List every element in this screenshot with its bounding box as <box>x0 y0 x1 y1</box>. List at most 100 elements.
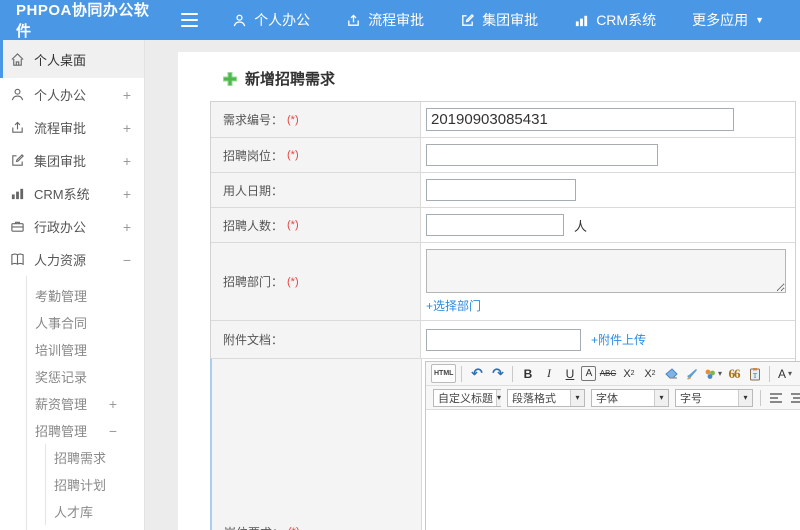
form-row-hire-date: 用人日期： <box>211 173 795 208</box>
undo-icon[interactable]: ↶ <box>467 364 486 383</box>
sidebar-item-group-approval[interactable]: 集团审批 + <box>0 144 144 177</box>
paste-icon[interactable]: T <box>745 364 764 383</box>
topmenu-group-approval[interactable]: 集团审批 <box>460 10 538 30</box>
editor-content-area[interactable] <box>426 410 800 530</box>
process-approval-icon <box>10 120 25 135</box>
sidebar-item-training[interactable]: 培训管理 <box>27 336 144 363</box>
sidebar-item-recruit-plan[interactable]: 招聘计划 <box>46 471 144 498</box>
department-textarea[interactable] <box>426 249 786 293</box>
subscript-button[interactable]: X2 <box>640 364 659 383</box>
edit-icon <box>460 13 475 28</box>
eraser-icon[interactable] <box>661 364 680 383</box>
expand-icon[interactable]: + <box>123 87 131 103</box>
topbar: PHPOA协同办公软件 个人办公 流程审批 集团审批 CRM系统 更多应用 ▼ <box>0 0 800 40</box>
sidebar-item-process-approval[interactable]: 流程审批 + <box>0 111 144 144</box>
paragraph-format-dropdown[interactable]: 段落格式 ▾ <box>507 388 585 407</box>
required-marker: (*) <box>287 149 299 161</box>
sidebar-item-crm[interactable]: CRM系统 + <box>0 177 144 210</box>
attachment-input[interactable] <box>426 328 581 351</box>
italic-button[interactable]: I <box>539 364 558 383</box>
sidebar-item-hr-contract[interactable]: 人事合同 <box>27 309 144 336</box>
collapse-icon[interactable]: − <box>109 423 117 439</box>
caret-down-icon: ▾ <box>787 369 792 378</box>
topmenu-personal-office[interactable]: 个人办公 <box>232 10 310 30</box>
custom-heading-dropdown[interactable]: 自定义标题 ▾ <box>433 388 502 407</box>
sidebar-item-personal-desktop[interactable]: 个人桌面 <box>0 40 144 78</box>
sidebar-item-recruit-demand[interactable]: 招聘需求 <box>46 444 144 471</box>
font-family-dropdown[interactable]: 字体 ▾ <box>591 388 669 407</box>
user-icon <box>10 87 25 102</box>
headcount-unit: 人 <box>574 218 588 234</box>
expand-icon[interactable]: + <box>123 186 131 202</box>
sidebar-item-salary[interactable]: 薪资管理 + <box>27 390 144 417</box>
sidebar-item-admin-office[interactable]: 行政办公 + <box>0 210 144 243</box>
position-label: 招聘岗位： (*) <box>211 138 421 172</box>
recruit-submenu: 招聘需求 招聘计划 人才库 <box>45 444 144 525</box>
position-input[interactable] <box>426 144 658 166</box>
attachment-upload-link[interactable]: +附件上传 <box>591 331 646 348</box>
expand-icon[interactable]: + <box>123 120 131 136</box>
sidebar-item-personal-office[interactable]: 个人办公 + <box>0 78 144 111</box>
topmenu-process-approval[interactable]: 流程审批 <box>346 10 424 30</box>
bar-chart-icon <box>10 186 25 201</box>
select-department-link[interactable]: +选择部门 <box>426 297 481 314</box>
hire-date-label: 用人日期： <box>211 173 421 207</box>
collapse-icon[interactable]: − <box>123 252 131 268</box>
sidebar-item-attendance[interactable]: 考勤管理 <box>27 282 144 309</box>
edit-icon <box>10 153 25 168</box>
form-row-position: 招聘岗位： (*) <box>211 138 795 173</box>
underline-button[interactable]: U <box>560 364 579 383</box>
bold-button[interactable]: B <box>518 364 537 383</box>
hamburger-menu-icon[interactable] <box>180 13 199 27</box>
background-color-button[interactable]: a▾ <box>796 364 800 383</box>
department-label: 招聘部门： (*) <box>211 243 421 320</box>
superscript-button[interactable]: X2 <box>619 364 638 383</box>
topmenu-more-apps[interactable]: 更多应用 ▼ <box>692 10 764 30</box>
sidebar-item-rewards[interactable]: 奖惩记录 <box>27 363 144 390</box>
page-title: 新增招聘需求 <box>222 68 800 89</box>
format-brush-icon[interactable] <box>682 364 701 383</box>
caret-down-icon: ▾ <box>570 389 584 406</box>
caret-down-icon: ▼ <box>755 14 764 25</box>
required-marker: (*) <box>287 113 299 126</box>
form-row-headcount: 招聘人数： (*) 人 <box>211 208 795 243</box>
required-marker: (*) <box>288 526 300 530</box>
plus-icon <box>222 71 238 87</box>
topmenu-crm[interactable]: CRM系统 <box>574 10 656 30</box>
align-center-icon[interactable] <box>787 388 800 407</box>
headcount-input[interactable] <box>426 214 564 236</box>
html-source-button[interactable]: HTML <box>431 364 457 383</box>
color-palette-icon[interactable]: ▾ <box>703 364 722 383</box>
caret-down-icon: ▾ <box>654 389 668 406</box>
demand-no-input[interactable] <box>426 108 734 131</box>
font-color-button[interactable]: A ▾ <box>775 364 794 383</box>
recruit-demand-form: 需求编号：(*) 招聘岗位：(*) 用人日期： 招聘人数：(*) 人 招聘部门：… <box>210 101 800 530</box>
hire-date-input[interactable] <box>426 179 576 201</box>
caret-down-icon: ▾ <box>717 369 722 378</box>
blockquote-icon[interactable]: 66 <box>724 364 743 383</box>
strikethrough-button[interactable]: ABC <box>598 364 617 383</box>
svg-text:T: T <box>753 372 758 380</box>
sidebar-item-human-resources[interactable]: 人力资源 − <box>0 243 144 276</box>
align-left-icon[interactable] <box>766 388 785 407</box>
font-size-dropdown[interactable]: 字号 ▾ <box>675 388 753 407</box>
sidebar-item-recruit-mgmt[interactable]: 招聘管理 − <box>27 417 144 444</box>
sidebar: 个人桌面 个人办公 + 流程审批 + 集团审批 + CRM系统 + 行政办公 +… <box>0 40 145 530</box>
top-menu: 个人办公 流程审批 集团审批 CRM系统 更多应用 ▼ <box>232 10 800 30</box>
expand-icon[interactable]: + <box>123 219 131 235</box>
demand-no-label: 需求编号： (*) <box>211 102 421 137</box>
job-requirements-label: 岗位要求：(*) <box>212 359 422 530</box>
briefcase-icon <box>10 219 25 234</box>
redo-icon[interactable]: ↷ <box>488 364 507 383</box>
caret-down-icon: ▾ <box>496 389 502 406</box>
hr-submenu: 考勤管理 人事合同 培训管理 奖惩记录 薪资管理 + 招聘管理 − 招聘需求 招聘计… <box>26 276 144 530</box>
form-row-demand-no: 需求编号： (*) <box>211 102 795 138</box>
required-marker: (*) <box>287 219 299 231</box>
required-marker: (*) <box>287 275 299 288</box>
expand-icon[interactable]: + <box>123 153 131 169</box>
form-row-job-requirements: 岗位要求：(*) HTML ↶ ↷ B I U A ABC X2 <box>210 359 800 530</box>
app-title: PHPOA协同办公软件 <box>16 2 150 40</box>
expand-icon[interactable]: + <box>109 396 117 412</box>
text-border-button[interactable]: A <box>581 366 597 381</box>
sidebar-item-talent-pool[interactable]: 人才库 <box>46 498 144 525</box>
